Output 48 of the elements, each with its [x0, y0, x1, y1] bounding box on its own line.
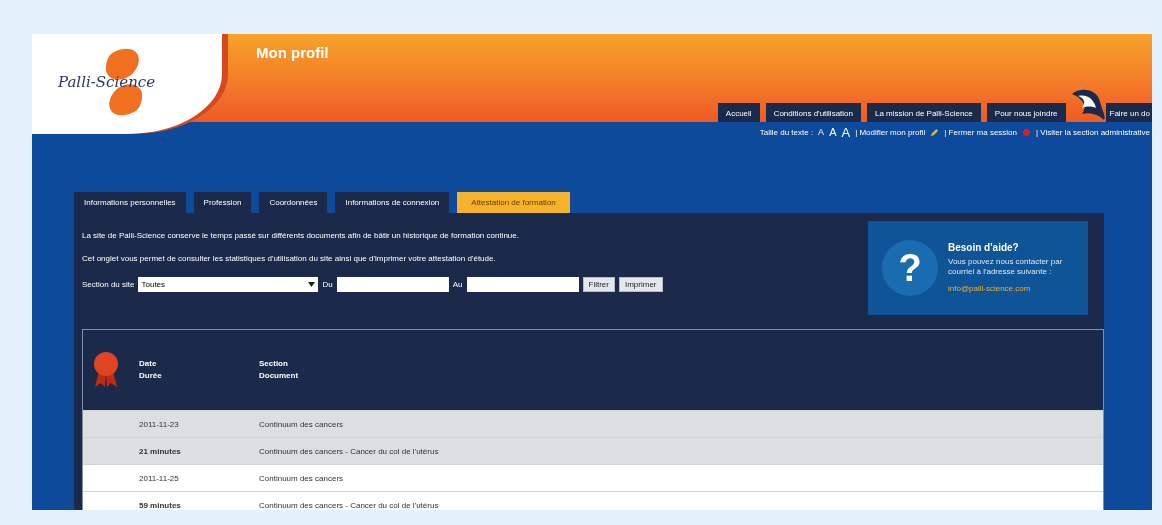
pencil-icon: [930, 127, 940, 137]
nav-tab[interactable]: La mission de Palli-Science: [867, 103, 981, 122]
utility-link[interactable]: | Fermer ma session: [944, 127, 1017, 137]
email-link[interactable]: info@palli-science.com: [948, 283, 1031, 293]
section-label: Section du site: [82, 280, 135, 289]
from-label: Du: [322, 280, 333, 289]
question-mark: ?: [882, 240, 938, 296]
help-title: Besoin d'aide?: [948, 241, 1020, 253]
ribbon-award-icon: [93, 351, 119, 389]
column-header: Section Document: [259, 358, 299, 382]
dot-icon: [1022, 127, 1031, 137]
utility-link[interactable]: | Modifier mon profil: [855, 127, 926, 137]
table-cell-text: 21 minutes: [139, 446, 182, 456]
text-size-label: Taille du texte :: [759, 127, 814, 137]
from-date-field[interactable]: [336, 277, 449, 292]
tab[interactable]: Attestation de formation: [457, 192, 570, 213]
filter-button[interactable]: Imprimer: [618, 277, 663, 292]
section-dropdown[interactable]: Toutes: [138, 277, 319, 292]
intro-text: Cet onglet vous permet de consulter les statistiques d'utilisation du site ainsi que d'imprimer votre attestation d'étude.: [82, 254, 497, 263]
table-cell: Continuum des cancers - Cancer du col de l'utérus: [259, 500, 439, 510]
page-title: Mon profil: [256, 44, 330, 61]
tab[interactable]: Coordonnées: [259, 192, 328, 213]
nav-tab[interactable]: Faire un do: [1105, 103, 1152, 122]
to-label: Au: [452, 280, 463, 289]
tab[interactable]: Informations personnelles: [74, 192, 186, 213]
logo-text: Palli-Science: [58, 73, 156, 91]
nav-tab[interactable]: Pour nous joindre: [986, 103, 1066, 122]
dropdown-arrow-icon: [308, 282, 316, 287]
text-size-link[interactable]: A: [841, 125, 851, 139]
intro-text: La site de Palli-Science conserve le temps passé sur différents documents afin de bâtir un historique de formation continue.: [82, 231, 520, 240]
table-cell: Continuum des cancers: [259, 473, 344, 483]
table-cell-text: 59 minutes: [139, 500, 182, 510]
table-cell-text: 2011-11-25: [139, 473, 180, 483]
column-header: Date Durée: [139, 358, 163, 382]
nav-tab[interactable]: Accueil: [717, 103, 760, 122]
bird-icon: [1071, 88, 1106, 120]
filter-button[interactable]: Filtrer: [582, 277, 615, 292]
text-size-link[interactable]: A: [829, 126, 837, 138]
text-size-link[interactable]: A: [818, 127, 825, 137]
utility-link[interactable]: | Visiter la section administrative: [1036, 127, 1150, 137]
tab[interactable]: Profession: [193, 192, 252, 213]
to-date-field[interactable]: [466, 277, 579, 292]
help-text: Vous pouvez nous contacter par courriel à l'adresse suivante :: [948, 256, 1064, 277]
nav-tab[interactable]: Conditions d'utilisation: [765, 103, 861, 122]
table-cell: Continuum des cancers - Cancer du col de l'utérus: [259, 446, 439, 456]
table-cell-text: 2011-11-23: [139, 419, 180, 429]
table-cell: Continuum des cancers: [259, 419, 344, 429]
tab[interactable]: Informations de connexion: [335, 192, 450, 213]
